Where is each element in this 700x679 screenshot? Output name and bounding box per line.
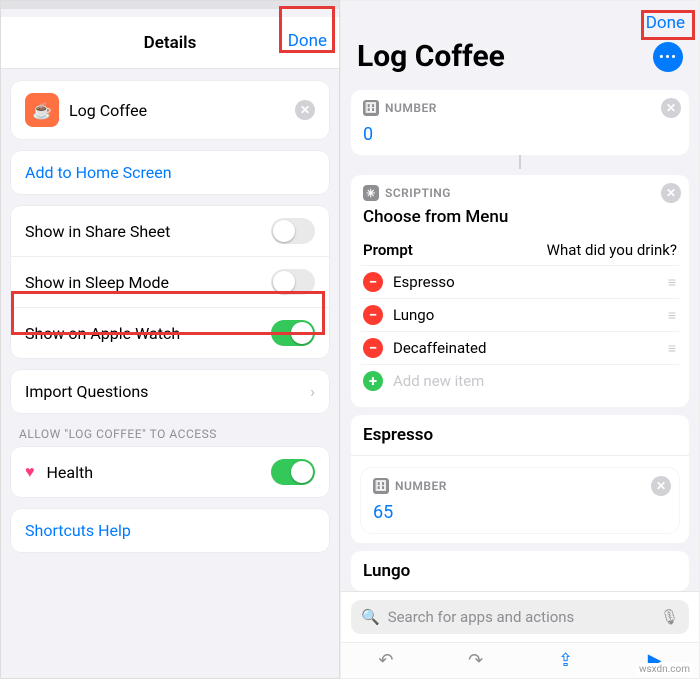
shortcut-name-card: ☕ Log Coffee ✕	[11, 81, 329, 139]
clear-name-icon[interactable]: ✕	[295, 100, 315, 120]
menu-item-label: Decaffeinated	[393, 339, 486, 357]
show-settings-card: Show in Share Sheet Show in Sleep Mode S…	[11, 206, 329, 358]
import-questions-label: Import Questions	[25, 382, 310, 401]
scripting-action-header: ✳ SCRIPTING	[361, 181, 679, 205]
number-action-1[interactable]: 🗄 NUMBER ✕ 0	[351, 90, 689, 155]
remove-item-icon[interactable]: −	[363, 305, 383, 325]
remove-action-icon[interactable]: ✕	[661, 98, 681, 118]
shortcuts-help-button[interactable]: Shortcuts Help	[11, 509, 329, 552]
magnifier-icon: 🔍	[361, 608, 380, 626]
menu-item-label: Lungo	[393, 306, 434, 324]
show-sleep-mode-label: Show in Sleep Mode	[25, 273, 271, 292]
remove-menu-action-icon[interactable]: ✕	[661, 183, 681, 203]
health-access-row: ♥ Health	[11, 447, 329, 497]
health-label: Health	[47, 463, 272, 482]
menu-action[interactable]: ✳ SCRIPTING ✕ Choose from Menu Prompt Wh…	[351, 175, 689, 407]
import-questions-button[interactable]: Import Questions ›	[11, 370, 329, 413]
access-section-header: ALLOW "LOG COFFEE" TO ACCESS	[1, 413, 339, 447]
share-icon[interactable]: ⇪	[558, 650, 573, 671]
details-pane: Details Done ☕ Log Coffee ✕ Add to Home …	[0, 0, 340, 679]
choose-menu-title: Choose from Menu	[361, 205, 679, 235]
number-value[interactable]: 0	[361, 120, 679, 145]
show-share-sheet-row: Show in Share Sheet	[11, 206, 329, 256]
shortcut-name-row[interactable]: ☕ Log Coffee ✕	[11, 81, 329, 139]
remove-item-icon[interactable]: −	[363, 272, 383, 292]
calculator-icon: 🗄	[363, 100, 379, 116]
more-menu-button[interactable]: •••	[653, 42, 683, 72]
drag-handle-icon[interactable]: ≡	[668, 274, 677, 291]
share-sheet-toggle[interactable]	[271, 218, 315, 244]
calculator-icon: 🗄	[373, 478, 389, 494]
status-bar-stub	[1, 1, 339, 9]
number2-tag: NUMBER	[395, 479, 447, 493]
number2-value[interactable]: 65	[371, 498, 669, 523]
number2-header: 🗄 NUMBER	[371, 474, 669, 498]
lungo-section-label: Lungo	[351, 551, 689, 592]
shortcut-name: Log Coffee	[69, 101, 295, 120]
remove-number2-icon[interactable]: ✕	[651, 476, 671, 496]
add-item-label: Add new item	[393, 372, 484, 390]
coffee-icon: ☕	[25, 93, 59, 127]
show-share-sheet-label: Show in Share Sheet	[25, 222, 271, 241]
number-tag: NUMBER	[385, 101, 437, 115]
search-placeholder: Search for apps and actions	[388, 608, 652, 626]
prompt-row: Prompt What did you drink?	[361, 235, 679, 265]
import-card: Import Questions ›	[11, 370, 329, 413]
menu-item-lungo[interactable]: − Lungo ≡	[361, 298, 679, 331]
drag-handle-icon[interactable]: ≡	[668, 340, 677, 357]
source-watermark: wsxdn.com	[636, 663, 693, 676]
shortcut-title: Log Coffee	[357, 39, 505, 74]
number-action-header: 🗄 NUMBER	[361, 96, 679, 120]
scripting-tag: SCRIPTING	[385, 186, 451, 200]
show-apple-watch-label: Show on Apple Watch	[25, 324, 271, 343]
menu-item-espresso[interactable]: − Espresso ≡	[361, 265, 679, 298]
remove-item-icon[interactable]: −	[363, 338, 383, 358]
undo-icon[interactable]: ↶	[378, 650, 393, 671]
redo-icon[interactable]: ↷	[468, 650, 483, 671]
show-apple-watch-row: Show on Apple Watch	[11, 307, 329, 358]
show-sleep-mode-row: Show in Sleep Mode	[11, 256, 329, 307]
espresso-section-label: Espresso	[351, 415, 689, 456]
prompt-value[interactable]: What did you drink?	[547, 241, 677, 259]
done-button-right[interactable]: Done	[646, 13, 685, 33]
menu-item-label: Espresso	[393, 273, 455, 291]
help-card: Shortcuts Help	[11, 509, 329, 552]
health-toggle[interactable]	[271, 459, 315, 485]
dictation-icon[interactable]: 🎙	[660, 608, 679, 626]
details-header: Details Done	[1, 17, 339, 69]
prompt-label: Prompt	[363, 241, 413, 259]
drag-handle-icon[interactable]: ≡	[668, 307, 677, 324]
access-card: ♥ Health	[11, 447, 329, 497]
done-button[interactable]: Done	[288, 31, 327, 51]
menu-item-decaf[interactable]: − Decaffeinated ≡	[361, 331, 679, 364]
details-title: Details	[144, 33, 197, 53]
editor-title-row: Log Coffee •••	[341, 33, 699, 84]
search-input[interactable]: 🔍 Search for apps and actions 🎙	[351, 600, 689, 634]
add-menu-item[interactable]: + Add new item	[361, 364, 679, 397]
editor-header: Done	[341, 1, 699, 33]
number-action-2[interactable]: 🗄 NUMBER ✕ 65	[361, 468, 679, 533]
heart-icon: ♥	[25, 462, 35, 482]
editor-pane: Done Log Coffee ••• 🗄 NUMBER ✕ 0 ✳ SCRIP…	[340, 0, 700, 679]
add-home-card: Add to Home Screen	[11, 151, 329, 194]
apple-watch-toggle[interactable]	[271, 320, 315, 346]
gear-icon: ✳	[363, 185, 379, 201]
search-bar: 🔍 Search for apps and actions 🎙	[341, 591, 699, 642]
chevron-right-icon: ›	[310, 382, 315, 401]
add-to-home-button[interactable]: Add to Home Screen	[11, 151, 329, 194]
sleep-mode-toggle[interactable]	[271, 269, 315, 295]
connector-line	[519, 155, 521, 169]
add-item-icon[interactable]: +	[363, 371, 383, 391]
espresso-number-action[interactable]: 🗄 NUMBER ✕ 65	[351, 456, 689, 543]
